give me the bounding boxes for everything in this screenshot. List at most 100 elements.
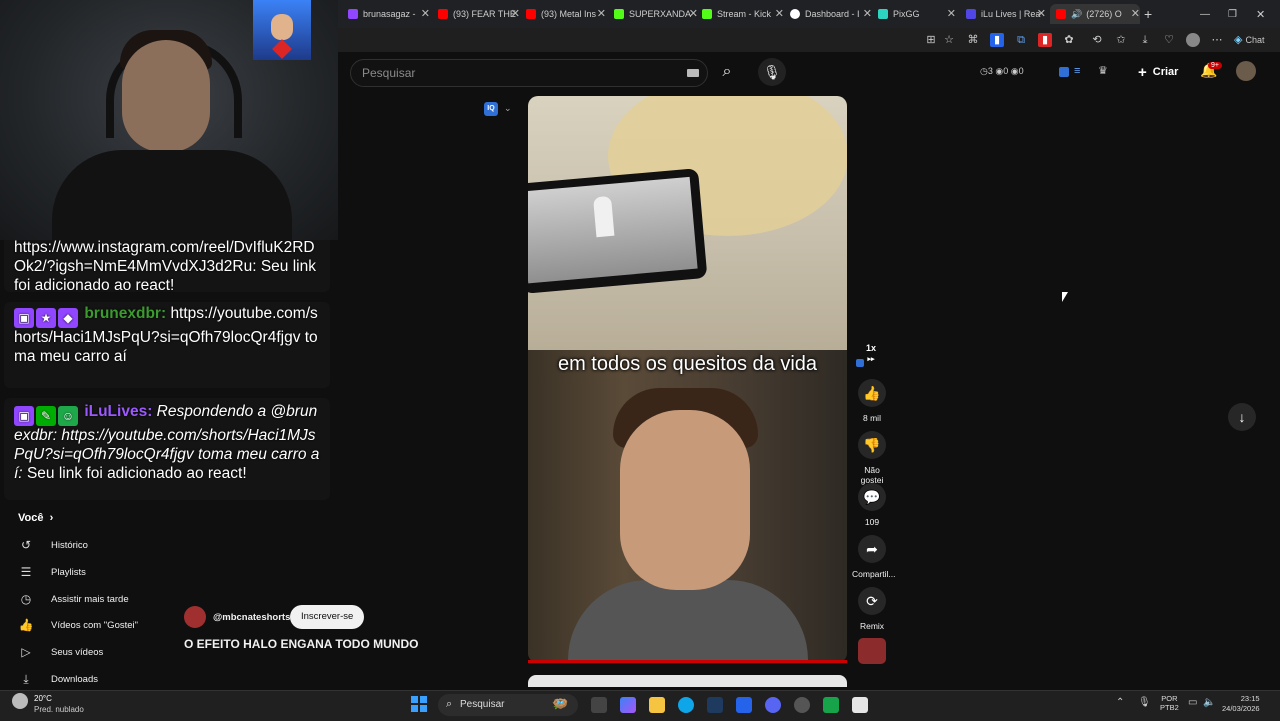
channel-name[interactable]: @mbcnateshorts [213,612,290,623]
copilot-icon[interactable] [620,697,636,713]
search-bar [350,59,708,87]
account-avatar[interactable] [1236,61,1256,81]
close-tab-icon[interactable]: ✕ [421,7,430,20]
app-icon[interactable]: ⊞ [924,33,938,47]
iq-chip-icon[interactable]: IQ [484,102,498,116]
dislike-button[interactable]: 👎 Não gostei [852,431,892,485]
create-button[interactable]: + Criar [1138,62,1178,82]
file-explorer-icon[interactable] [649,697,665,713]
search-button[interactable]: ⌕ [712,60,742,84]
playlists-icon: ☰ [20,565,32,579]
subscribe-button[interactable]: Inscrever-se [290,605,365,629]
chat-suffix: Seu link foi adicionado ao react! [26,465,247,482]
browser-tab[interactable]: (93) FEAR THE ✕ [438,4,520,24]
copilot-chat-button[interactable]: ◈ Chat [1234,33,1270,47]
close-tab-icon[interactable]: ✕ [511,7,520,20]
favorites-icon[interactable]: ✩ [1114,33,1128,47]
task-view-icon[interactable] [591,697,607,713]
sidebar-item-downloads[interactable]: ⤓ Downloads [18,672,98,687]
input-language[interactable]: POR PTB2 [1160,694,1179,712]
sidebar-item-liked[interactable]: 👍 Vídeos com "Gostei" [18,618,139,632]
iq-extension-icon[interactable] [1059,67,1069,77]
bot-badge-icon: ☺ [58,406,78,426]
close-tab-icon[interactable]: ✕ [689,7,698,20]
close-tab-icon[interactable]: ✕ [775,7,784,20]
sidebar-item-your-videos[interactable]: ▷ Seus vídeos [18,645,103,659]
obs-icon[interactable] [794,697,810,713]
mic-tray-icon[interactable]: 🎙 [1138,697,1151,708]
chat-username: brunexdbr: [84,305,167,322]
close-tab-icon[interactable]: ✕ [863,7,872,20]
chevron-down-icon[interactable]: ⌄ [504,103,512,114]
sidebar-item-history[interactable]: ↺ Histórico [18,538,88,552]
favorite-star-icon[interactable]: ☆ [942,33,956,47]
browser-tab[interactable]: brunasagaz - ✕ [348,4,430,24]
playback-speed-button[interactable]: 1x ▸▸ [866,343,876,363]
next-video-button[interactable]: ↓ [1228,403,1256,431]
close-tab-icon[interactable]: ✕ [947,7,956,20]
weather-description[interactable]: Pred. nublado [34,705,84,714]
download-icon[interactable]: ⤓ [1138,33,1152,47]
sidebar-item-playlists[interactable]: ☰ Playlists [18,565,86,579]
minimize-button[interactable]: — [1200,4,1212,24]
browser-tab[interactable]: Dashboard - I ✕ [790,4,872,24]
health-icon[interactable]: ♡ [1162,33,1176,47]
new-tab-button[interactable]: + [1144,4,1158,24]
voice-search-button[interactable]: 🎙 [758,58,786,86]
video-progress-bar[interactable] [528,660,847,663]
short-title[interactable]: O EFEITO HALO ENGANA TODO MUNDO [184,637,418,651]
profile-icon[interactable] [1186,33,1200,47]
extension-icon[interactable]: ⌘ [966,33,980,47]
channel-thumbnail[interactable] [858,638,886,664]
weather-temp[interactable]: 20°C [34,694,52,703]
close-tab-icon[interactable]: ✕ [1131,7,1140,20]
network-icon[interactable]: ▭ [1188,697,1197,708]
excel-icon[interactable] [823,697,839,713]
browser-tab-active[interactable]: 🔊 (2726) O ✕ [1050,4,1140,24]
browser-tab[interactable]: Stream - Kick ✕ [702,4,784,24]
next-short-preview[interactable] [528,675,847,687]
sidebar-section-you[interactable]: Você › [18,512,53,524]
more-menu-icon[interactable]: ⋯ [1210,33,1224,47]
remix-button[interactable]: ⟳ Remix [852,587,892,631]
pdf-icon[interactable]: ▮ [1038,33,1052,47]
browser-tab[interactable]: PixGG ✕ [878,4,956,24]
comments-button[interactable]: 💬 109 [852,483,892,527]
short-video-player[interactable]: em todos os quesitos da vida [528,96,847,663]
discord-icon[interactable] [765,697,781,713]
bitwarden-icon[interactable]: ▮ [990,33,1004,47]
store-icon[interactable] [736,697,752,713]
close-window-button[interactable]: ✕ [1256,4,1268,24]
youtube-icon [1056,9,1066,19]
browser-tab[interactable]: SUPERXANDA ✕ [614,4,698,24]
notepad-icon[interactable] [852,697,868,713]
start-button[interactable] [411,696,427,712]
browser-toolbar: ⊞ ☆ ⌘ ▮ ⧉ ▮ ✿ ⟲ ✩ ⤓ ♡ ⋯ ◈ Chat [338,28,1280,52]
taskbar-search[interactable]: ⌕ Pesquisar 🪺 [438,694,578,716]
keyboard-icon[interactable] [687,69,699,77]
browser-tab[interactable]: iLu Lives | Rea ✕ [966,4,1046,24]
share-button[interactable]: ➦ Compartil... [852,535,895,579]
edge-icon[interactable] [678,697,694,713]
translate-icon[interactable]: ⧉ [1014,33,1028,47]
history-sync-icon[interactable]: ⟲ [1090,33,1104,47]
maximize-button[interactable]: ❐ [1228,4,1240,24]
close-tab-icon[interactable]: ✕ [1037,7,1046,20]
remix-icon: ⟳ [858,587,886,615]
volume-icon[interactable]: 🔈 [1203,697,1215,708]
puzzle-icon[interactable]: ✿ [1062,33,1076,47]
tray-chevron-up-icon[interactable]: ⌃ [1116,697,1124,708]
steam-icon[interactable] [707,697,723,713]
browser-tab[interactable]: (93) Metal Ins ✕ [526,4,606,24]
channel-avatar[interactable] [184,606,206,628]
trophy-icon[interactable]: ♛ [1098,64,1108,77]
search-input[interactable] [360,65,664,81]
weather-icon[interactable] [12,693,28,709]
windows-taskbar [0,690,1280,721]
sidebar-item-watch-later[interactable]: ◷ Assistir mais tarde [18,592,129,606]
close-tab-icon[interactable]: ✕ [597,7,606,20]
chat-message: ▣ ★ ◆ brunexdbr: https://youtube.com/short… [4,302,330,388]
filter-icon[interactable]: ≡ [1074,65,1080,77]
like-button[interactable]: 👍 8 mil [852,379,892,423]
clock[interactable]: 23:15 24/03/2026 [1222,694,1260,714]
